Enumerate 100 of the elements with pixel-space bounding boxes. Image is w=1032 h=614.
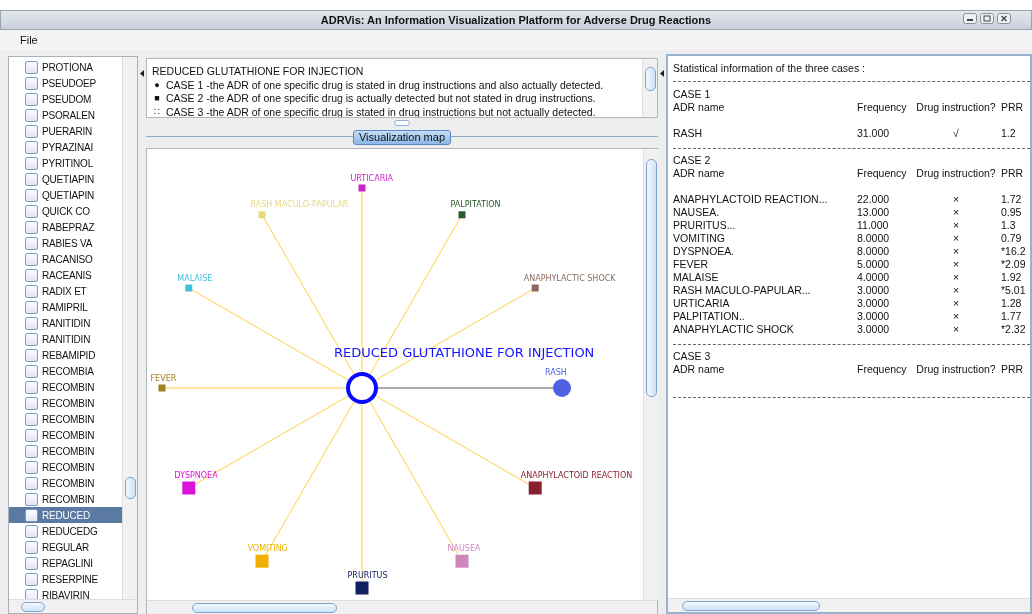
drug-list-item[interactable]: RABEPRAZ [9, 219, 122, 235]
drug-list-item[interactable]: RAMIPRIL [9, 299, 122, 315]
checkbox[interactable] [25, 364, 38, 378]
checkbox[interactable] [25, 444, 38, 458]
checkbox[interactable] [25, 124, 38, 138]
drug-list-item[interactable]: RACANISO [9, 251, 122, 267]
drug-list-item[interactable]: QUICK CO [9, 203, 122, 219]
adr-node[interactable] [255, 554, 269, 568]
drug-list-item[interactable]: PUERARIN [9, 123, 122, 139]
close-icon[interactable] [997, 13, 1011, 24]
drug-list-item[interactable]: RECOMBIN [9, 395, 122, 411]
vertical-scrollbar[interactable] [122, 57, 137, 599]
table-cell-text: 3.0000 [857, 284, 891, 297]
drug-list-item[interactable]: RECOMBIN [9, 443, 122, 459]
table-cell-text: × [951, 258, 961, 271]
adr-node[interactable] [528, 481, 542, 495]
drug-node[interactable] [346, 372, 378, 404]
drug-list-item[interactable]: RABIES VA [9, 235, 122, 251]
checkbox[interactable] [25, 268, 38, 282]
menu-item[interactable]: File [20, 34, 38, 46]
drug-list-item[interactable]: RIBAVIRIN [9, 587, 122, 599]
drug-list-item[interactable]: PSORALEN [9, 107, 122, 123]
checkbox[interactable] [25, 524, 38, 538]
drug-list-item[interactable]: RADIX ET [9, 283, 122, 299]
checkbox[interactable] [25, 140, 38, 154]
adr-node[interactable] [358, 184, 366, 192]
vertical-scrollbar[interactable] [643, 149, 658, 600]
drug-list-item[interactable]: RESERPINE [9, 571, 122, 587]
drug-list-item[interactable]: RECOMBIN [9, 411, 122, 427]
drug-list-item[interactable]: RECOMBIN [9, 475, 122, 491]
checkbox[interactable] [25, 76, 38, 90]
checkbox[interactable] [25, 108, 38, 122]
drug-list-item[interactable]: REGULAR [9, 539, 122, 555]
adr-node[interactable] [258, 211, 266, 219]
adr-node[interactable] [158, 384, 166, 392]
drug-list-item[interactable]: REBAMIPID [9, 347, 122, 363]
checkbox[interactable] [25, 492, 38, 506]
drug-list-item[interactable]: RANITIDIN [9, 315, 122, 331]
horizontal-scrollbar[interactable] [9, 599, 137, 613]
horizontal-scrollbar[interactable] [668, 598, 1030, 612]
checkbox[interactable] [25, 316, 38, 330]
checkbox[interactable] [25, 300, 38, 314]
drug-list-item[interactable]: REDUCEDG [9, 523, 122, 539]
drug-list-item[interactable]: RECOMBIA [9, 363, 122, 379]
adr-node[interactable] [182, 481, 196, 495]
drug-list-item[interactable]: QUETIAPIN [9, 171, 122, 187]
table-cell-text: RASH [673, 127, 704, 140]
checkbox[interactable] [25, 252, 38, 266]
horizontal-scrollbar[interactable] [147, 600, 657, 614]
adr-node[interactable] [531, 284, 539, 292]
adr-node[interactable] [185, 284, 193, 292]
checkbox[interactable] [25, 188, 38, 202]
checkbox[interactable] [25, 412, 38, 426]
checkbox[interactable] [25, 476, 38, 490]
checkbox[interactable] [25, 156, 38, 170]
drug-list-item[interactable]: PROTIONA [9, 59, 122, 75]
drug-list-item[interactable]: RECOMBIN [9, 491, 122, 507]
collapse-arrow-icon[interactable] [140, 70, 144, 77]
maximize-icon[interactable] [980, 13, 994, 24]
adr-node[interactable] [458, 211, 466, 219]
checkbox[interactable] [25, 284, 38, 298]
checkbox[interactable] [25, 460, 38, 474]
checkbox[interactable] [25, 588, 38, 599]
drug-list-item[interactable]: RECOMBIN [9, 379, 122, 395]
checkbox[interactable] [25, 348, 38, 362]
checkbox[interactable] [25, 556, 38, 570]
checkbox[interactable] [25, 60, 38, 74]
vertical-scrollbar[interactable] [642, 59, 657, 117]
checkbox[interactable] [25, 380, 38, 394]
checkbox[interactable] [25, 540, 38, 554]
checkbox[interactable] [25, 428, 38, 442]
drug-list-item[interactable]: PYRAZINAI [9, 139, 122, 155]
drug-list-item[interactable]: QUETIAPIN [9, 187, 122, 203]
checkbox[interactable] [25, 508, 38, 522]
drug-list-item[interactable]: PYRITINOL [9, 155, 122, 171]
checkbox[interactable] [25, 220, 38, 234]
visualization-map-button[interactable]: Visualization map [353, 129, 451, 145]
collapse-arrow-icon[interactable] [660, 70, 664, 77]
checkbox[interactable] [25, 236, 38, 250]
drug-list-item[interactable]: PSEUDOM [9, 91, 122, 107]
table-cell-text: 1.77 [1001, 310, 1023, 323]
minimize-icon[interactable] [963, 13, 977, 24]
drug-list-item[interactable]: RANITIDIN [9, 331, 122, 347]
table-cell-text: 5.0000 [857, 258, 891, 271]
checkbox[interactable] [25, 92, 38, 106]
drug-list-item[interactable]: RACEANIS [9, 267, 122, 283]
checkbox[interactable] [25, 572, 38, 586]
checkbox[interactable] [25, 332, 38, 346]
drug-list-item[interactable]: PSEUDOEP [9, 75, 122, 91]
checkbox[interactable] [25, 396, 38, 410]
drug-list-item[interactable]: REDUCED [9, 507, 122, 523]
checkbox[interactable] [25, 204, 38, 218]
checkbox[interactable] [25, 172, 38, 186]
splitter-handle[interactable] [394, 120, 410, 126]
drug-list-item[interactable]: REPAGLINI [9, 555, 122, 571]
drug-list-item[interactable]: RECOMBIN [9, 427, 122, 443]
drug-list-item[interactable]: RECOMBIN [9, 459, 122, 475]
adr-node[interactable] [455, 554, 469, 568]
adr-node[interactable] [355, 581, 369, 595]
adr-node[interactable] [553, 379, 571, 397]
